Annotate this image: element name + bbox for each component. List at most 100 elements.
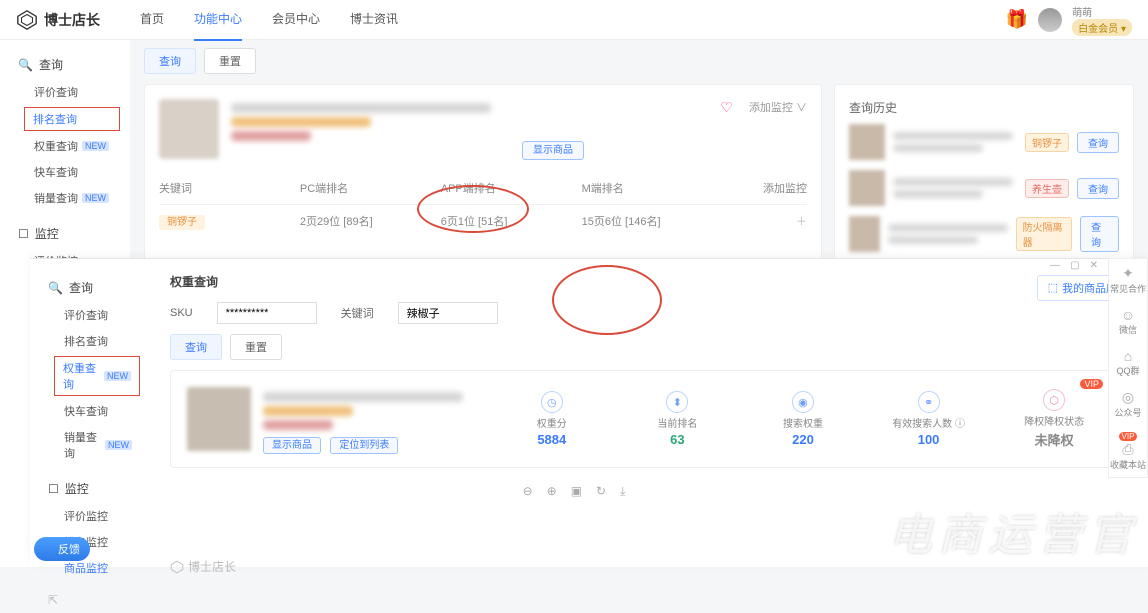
hist-query-button[interactable]: 查询 — [1080, 216, 1119, 252]
overlay-title: 权重查询 — [170, 273, 218, 290]
expand-icon[interactable]: ⇱ — [48, 593, 58, 607]
overlay-content: 权重查询 ⬚我的商品库 SKU 关键词 查询 重置 显示商品 定位到列表 — [150, 259, 1148, 567]
rank-table: 关键词 PC端排名 APP端排名 M端排名 添加监控 铜锣子 2页29位 [89… — [159, 172, 807, 237]
sidebar-item-xiaoliang[interactable]: 销量查询NEW — [0, 185, 130, 211]
overlay-sidebar: 🔍查询 评价查询 排名查询 权重查询NEW 快车查询 销量查询NEW ☐监控 评… — [30, 259, 150, 567]
side-group-monitor: ☐监控 — [0, 219, 130, 248]
sidebar-item-kuaiche[interactable]: 快车查询 — [0, 159, 130, 185]
th-m: M端排名 — [582, 180, 723, 196]
timeline-mini[interactable]: 定位到列表 — [330, 437, 398, 454]
star-icon: ✦ — [1110, 265, 1146, 282]
dock-wechat[interactable]: ☺微信 — [1119, 307, 1137, 336]
add-monitor-link[interactable]: 添加监控 ∨ — [749, 99, 807, 115]
keyword-tag[interactable]: 铜锣子 — [159, 215, 205, 230]
action-tabs: 查询 重置 — [144, 48, 1134, 74]
keyword-label: 关键词 — [341, 305, 374, 321]
table-row: 铜锣子 2页29位 [89名] 6页1位 [51名] 15页6位 [146名] … — [159, 205, 807, 237]
overlay-action-tabs: 查询 重置 — [170, 334, 1128, 360]
hist-tag: 防火隔离器 — [1016, 217, 1072, 251]
feedback-button: 反馈 — [34, 537, 90, 561]
sku-input[interactable] — [217, 302, 317, 324]
member-badge[interactable]: 白金会员 ▾ — [1072, 19, 1132, 36]
chart-icon: ⬍ — [666, 391, 688, 413]
dock-qq[interactable]: ⌂QQ群 — [1116, 348, 1139, 377]
nav-members[interactable]: 会员中心 — [272, 0, 320, 41]
header-right: 🎁 萌萌 白金会员 ▾ — [1006, 4, 1132, 36]
cell-app: 6页1位 [51名] — [441, 213, 582, 229]
hist-tag: 铜锣子 — [1025, 133, 1069, 152]
rotate-icon[interactable]: ↻ — [596, 484, 606, 499]
history-title: 查询历史 — [849, 99, 1119, 116]
monitor-icon: ☐ — [18, 227, 29, 241]
cell-add[interactable]: ＋ — [723, 213, 808, 229]
stats-thumb — [187, 387, 251, 451]
brand-text: 博士店长 — [44, 10, 100, 30]
vip-badge: VIP — [1080, 379, 1103, 389]
ov-item-xiaoliang[interactable]: 销量查询NEW — [30, 424, 150, 466]
hist-tag: 养生壶 — [1025, 179, 1069, 198]
weight-stats-card: 显示商品 定位到列表 ◷ 权重分 5884 ⬍ 当前排名 63 ◉ 搜索权重 2… — [170, 370, 1128, 468]
feedback-float[interactable]: 反馈 — [34, 537, 90, 561]
download-icon[interactable]: ⤓ — [620, 484, 625, 499]
hist-thumb — [849, 216, 880, 252]
result-row: ♡ 添加监控 ∨ 显示商品 关键词 PC端排名 APP端排名 M端排名 添加监控… — [144, 84, 1134, 287]
search-icon: 🔍 — [48, 281, 63, 295]
nav-features[interactable]: 功能中心 — [194, 0, 242, 41]
close-icon[interactable]: ✕ — [1090, 260, 1098, 271]
fit-icon[interactable]: ▣ — [571, 484, 582, 499]
product-thumb — [159, 99, 219, 159]
zoom-in-icon[interactable]: ⊕ — [547, 484, 557, 499]
sidebar-item-pingjia[interactable]: 评价查询 — [0, 79, 130, 105]
users-icon: ⚭ — [918, 391, 940, 413]
th-app: APP端排名 — [441, 180, 582, 196]
clock-icon: ◷ — [541, 391, 563, 413]
wechat-icon: ☺ — [1119, 307, 1137, 323]
show-product-mini[interactable]: 显示商品 — [263, 437, 321, 454]
ov-group-monitor: ☐监控 — [30, 474, 150, 503]
ov-item-pjmon[interactable]: 评价监控 — [30, 503, 150, 529]
avatar[interactable] — [1038, 8, 1062, 32]
cell-m: 15页6位 [146名] — [582, 213, 723, 229]
sidebar-item-paiming[interactable]: 排名查询 — [24, 107, 120, 131]
hist-thumb — [849, 124, 885, 160]
right-dock: ✦常见合作 ☺微信 ⌂QQ群 ◎公众号 VIP⎙收藏本站 — [1108, 258, 1148, 478]
heart-icon[interactable]: ♡ — [720, 99, 733, 116]
dock-gzh[interactable]: ◎公众号 — [1114, 389, 1141, 419]
sidebar-item-quanzhong[interactable]: 权重查询NEW — [0, 133, 130, 159]
tab-query[interactable]: 查询 — [144, 48, 196, 74]
ov-query-button[interactable]: 查询 — [170, 334, 222, 360]
ov-item-paiming[interactable]: 排名查询 — [30, 328, 150, 354]
th-action: 添加监控 — [723, 180, 808, 196]
keyword-input[interactable] — [398, 302, 498, 324]
maximize-icon[interactable]: ▢ — [1070, 260, 1079, 271]
hist-query-button[interactable]: 查询 — [1077, 178, 1119, 199]
dock-partner[interactable]: ✦常见合作 — [1110, 265, 1146, 295]
zoom-out-icon[interactable]: ⊖ — [523, 484, 533, 499]
ov-item-quanzhong[interactable]: 权重查询NEW — [54, 356, 140, 396]
nav-news[interactable]: 博士资讯 — [350, 0, 398, 41]
image-toolbar: ⊖ ⊕ ▣ ↻ ⤓ — [523, 484, 626, 499]
minimize-icon[interactable]: — — [1050, 260, 1060, 271]
window-controls: — ▢ ✕ — [1050, 260, 1098, 271]
brand: 博士店长 — [16, 9, 100, 31]
dock-fav[interactable]: VIP⎙收藏本站 — [1110, 431, 1146, 471]
product-info — [231, 99, 708, 145]
ov-reset-button[interactable]: 重置 — [230, 334, 282, 360]
app-header: 博士店长 首页 功能中心 会员中心 博士资讯 🎁 萌萌 白金会员 ▾ — [0, 0, 1148, 40]
ov-item-kuaiche[interactable]: 快车查询 — [30, 398, 150, 424]
history-item: 铜锣子 查询 — [849, 124, 1119, 160]
gift-icon[interactable]: 🎁 — [1006, 9, 1028, 30]
history-card: 查询历史 铜锣子 查询 养生壶 查询 防火隔离器 查询 — [834, 84, 1134, 277]
nav-home[interactable]: 首页 — [140, 0, 164, 41]
mp-icon: ◎ — [1114, 389, 1141, 406]
bookmark-icon: ⎙ — [1110, 441, 1146, 458]
product-summary: ♡ 添加监控 ∨ — [159, 99, 807, 159]
tab-reset[interactable]: 重置 — [204, 48, 256, 74]
search-form: SKU 关键词 — [170, 302, 1128, 324]
ov-item-pingjia[interactable]: 评价查询 — [30, 302, 150, 328]
history-item: 养生壶 查询 — [849, 170, 1119, 206]
hist-query-button[interactable]: 查询 — [1077, 132, 1119, 153]
username: 萌萌 — [1072, 4, 1132, 19]
top-nav: 首页 功能中心 会员中心 博士资讯 — [140, 0, 398, 41]
stat-weight: ◷ 权重分 5884 — [495, 391, 609, 447]
